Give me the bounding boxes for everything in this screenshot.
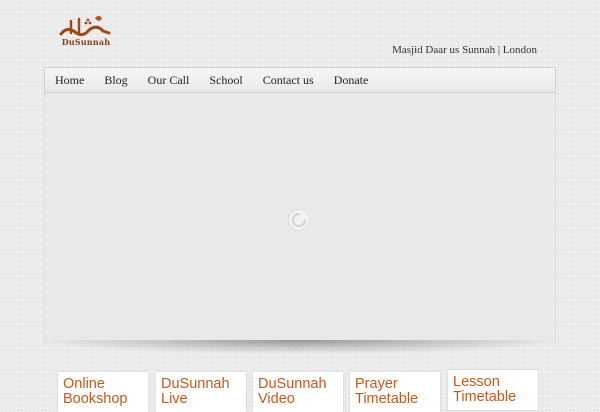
feature-online-bookshop[interactable]: Online Bookshop — [58, 372, 148, 412]
main-nav: Home Blog Our Call School Contact us Don… — [44, 67, 556, 93]
nav-item-home[interactable]: Home — [55, 73, 84, 88]
feature-title: DuSunnah Live — [161, 376, 230, 407]
site-tagline: Masjid Daar us Sunnah | London — [392, 44, 537, 56]
feature-dusunnah-video[interactable]: DuSunnah Video — [253, 372, 343, 412]
feature-title: Prayer Timetable — [355, 376, 419, 407]
feature-lesson-timetable[interactable]: Lesson Timetable — [448, 370, 538, 410]
feature-title: Online Bookshop — [63, 376, 128, 407]
logo-text: DuSunnah — [61, 37, 111, 47]
nav-item-contact-us[interactable]: Contact us — [263, 73, 314, 88]
spinner-icon — [289, 210, 309, 230]
feature-prayer-timetable[interactable]: Prayer Timetable — [350, 372, 440, 412]
site-logo[interactable]: DuSunnah — [57, 12, 115, 52]
nav-item-school[interactable]: School — [209, 73, 242, 88]
nav-item-blog[interactable]: Blog — [104, 73, 127, 88]
slider-shadow — [44, 340, 556, 354]
feature-dusunnah-live[interactable]: DuSunnah Live — [156, 372, 246, 412]
logo-calligraphy-icon — [59, 15, 111, 37]
feature-title: DuSunnah Video — [258, 376, 327, 407]
nav-item-our-call[interactable]: Our Call — [148, 73, 190, 88]
nav-item-donate[interactable]: Donate — [334, 73, 369, 88]
feature-title: Lesson Timetable — [453, 374, 517, 405]
